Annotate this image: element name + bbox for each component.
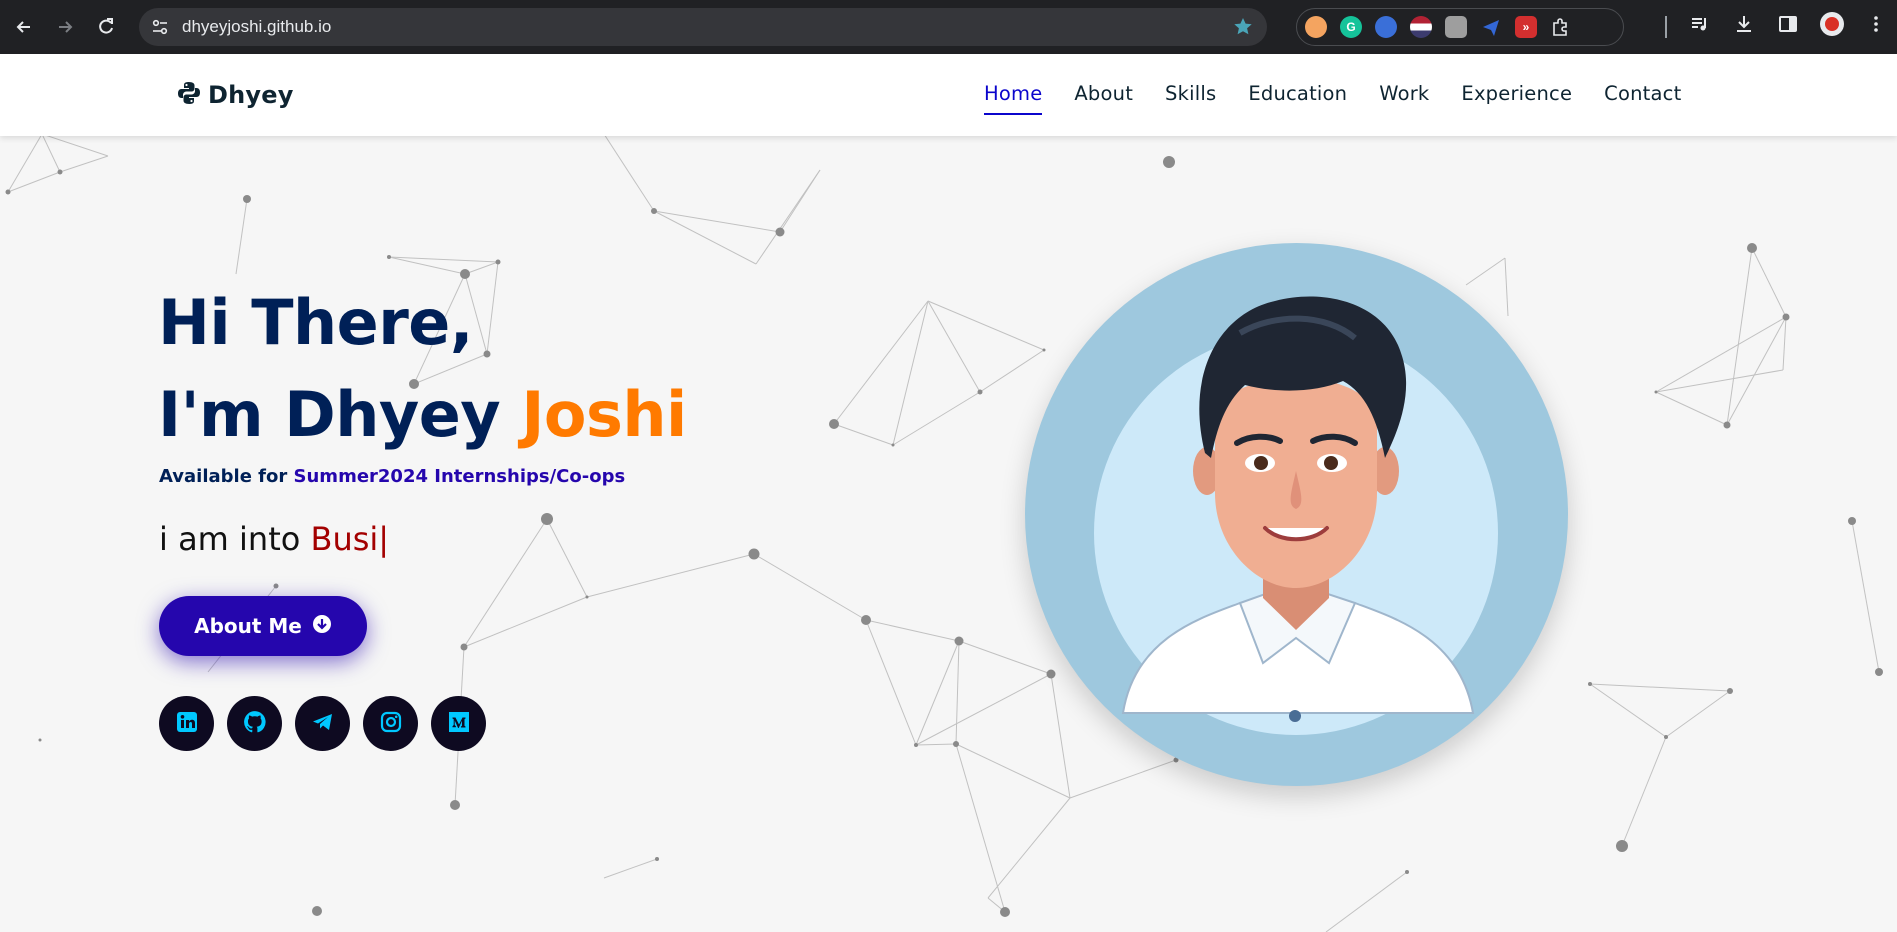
send-icon[interactable] (1480, 16, 1502, 38)
logo-text: Dhyey (208, 81, 294, 109)
about-me-label: About Me (194, 614, 302, 638)
translate-icon[interactable] (1375, 16, 1397, 38)
cookie-icon[interactable] (1305, 16, 1327, 38)
nav-home[interactable]: Home (984, 82, 1043, 115)
site-header: Dhyey Home About Skills Education Work E… (0, 54, 1897, 136)
grammarly-icon[interactable]: G (1340, 16, 1362, 38)
clipper-icon[interactable] (1445, 16, 1467, 38)
availability-text: Available for Summer2024 Internships/Co-… (159, 466, 625, 487)
menu-kebab-icon[interactable] (1864, 12, 1888, 36)
site-settings-icon[interactable] (148, 15, 172, 39)
url-text: dhyeyjoshi.github.io (182, 17, 332, 36)
github-link[interactable] (227, 696, 282, 751)
social-links (159, 696, 486, 751)
python-logo-icon (176, 80, 202, 110)
reload-button[interactable] (89, 10, 123, 44)
nav-about[interactable]: About (1074, 82, 1133, 115)
download-icon[interactable] (1732, 12, 1756, 36)
reading-list-icon[interactable] (1688, 12, 1712, 36)
hero-name-last: Joshi (521, 378, 687, 451)
instagram-link[interactable] (363, 696, 418, 751)
main-nav: Home About Skills Education Work Experie… (984, 82, 1713, 115)
telegram-link[interactable] (295, 696, 350, 751)
nav-contact[interactable]: Contact (1604, 82, 1681, 115)
extensions-group: G » (1296, 8, 1624, 46)
hero-name-first: I'm Dhyey (158, 378, 522, 451)
nav-education[interactable]: Education (1248, 82, 1347, 115)
linkedin-icon (175, 710, 199, 738)
about-me-button[interactable]: About Me (159, 596, 367, 656)
medium-link[interactable] (431, 696, 486, 751)
arrow-circle-down-icon (312, 614, 332, 639)
address-bar[interactable]: dhyeyjoshi.github.io (139, 8, 1267, 46)
back-button[interactable] (7, 10, 41, 44)
typing-value: Busi| (310, 520, 390, 558)
puzzle-icon[interactable] (1550, 16, 1572, 38)
site-logo[interactable]: Dhyey (176, 80, 294, 110)
availability-highlight: Summer2024 Internships/Co-ops (293, 466, 626, 487)
typing-prefix: i am into (159, 520, 311, 558)
bookmark-star-icon[interactable] (1231, 15, 1255, 39)
telegram-icon (311, 710, 335, 738)
linkedin-link[interactable] (159, 696, 214, 751)
browser-toolbar: dhyeyjoshi.github.io G » (0, 0, 1897, 54)
toolbar-separator (1665, 16, 1667, 38)
hero-name: I'm Dhyey Joshi (158, 378, 687, 451)
forward-button[interactable] (48, 10, 82, 44)
instagram-icon (379, 710, 403, 738)
profile-portrait-avatar (1025, 243, 1568, 786)
video-speed-icon[interactable]: » (1515, 16, 1537, 38)
hero-section: Hi There, I'm Dhyey Joshi Available for … (0, 136, 1897, 932)
availability-prefix: Available for (159, 466, 294, 487)
side-panel-icon[interactable] (1776, 12, 1800, 36)
flag-us-icon[interactable] (1410, 16, 1432, 38)
nav-work[interactable]: Work (1379, 82, 1429, 115)
github-icon (242, 709, 268, 739)
nav-skills[interactable]: Skills (1165, 82, 1216, 115)
nav-experience[interactable]: Experience (1461, 82, 1572, 115)
hero-greeting: Hi There, (158, 286, 473, 359)
profile-avatar[interactable] (1820, 12, 1844, 36)
medium-icon (447, 710, 471, 738)
typing-text: i am into Busi| (159, 520, 389, 558)
